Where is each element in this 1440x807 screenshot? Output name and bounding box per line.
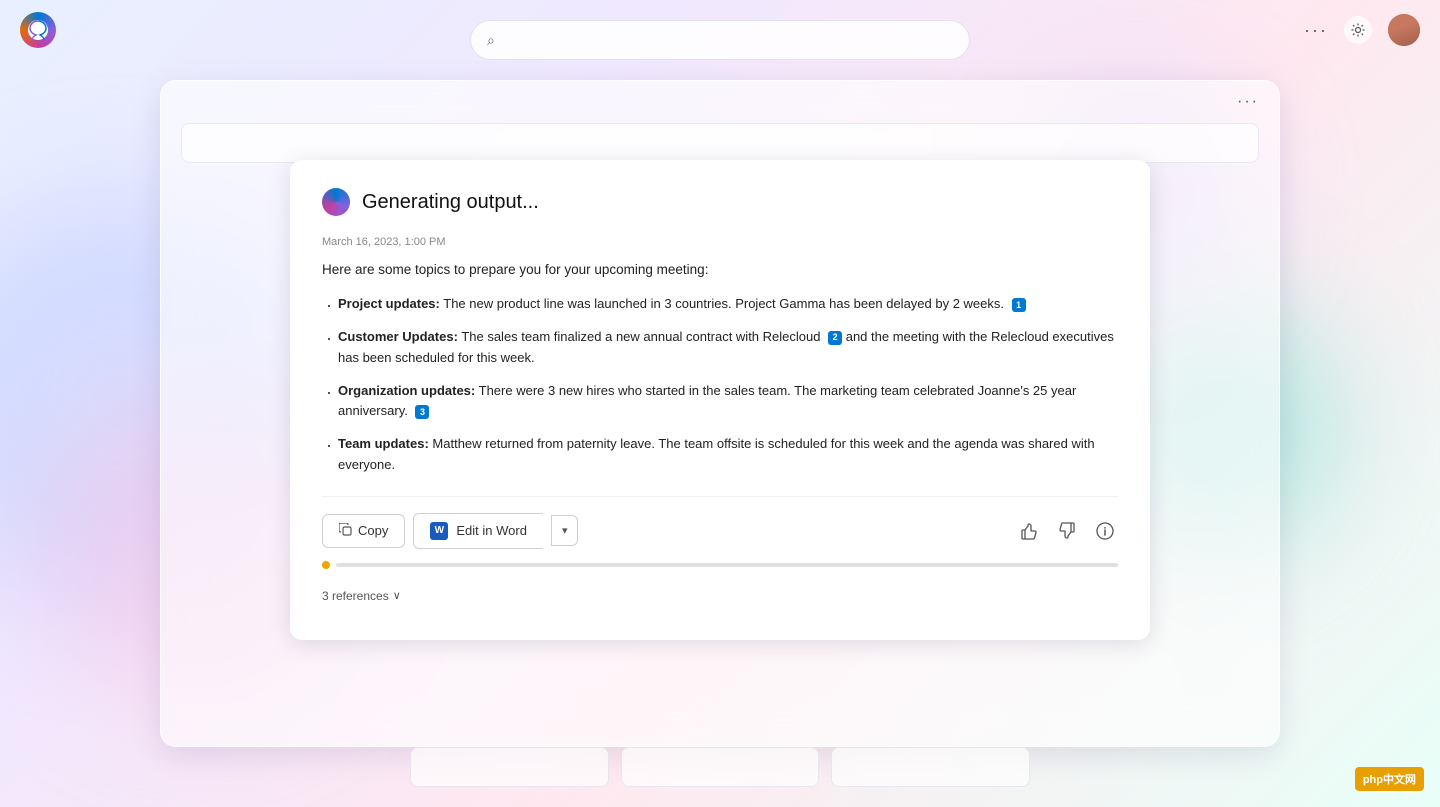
references-bar[interactable]: 3 references ∨: [322, 581, 1118, 603]
top-bar-right: ···: [1304, 14, 1420, 46]
bullet-text-1: The new product line was launched in 3 c…: [443, 296, 1004, 311]
word-icon: W: [430, 522, 448, 540]
window-header: ···: [161, 81, 1279, 123]
bullet-list: Project updates: The new product line wa…: [322, 294, 1118, 476]
progress-dot: [322, 561, 330, 569]
suggestion-pill-1[interactable]: [410, 747, 609, 787]
window-more-icon[interactable]: ···: [1237, 93, 1259, 111]
card-header: Generating output...: [322, 188, 1118, 216]
references-label: 3 references: [322, 589, 389, 603]
action-bar: Copy W Edit in Word ▾: [322, 496, 1118, 549]
list-item: Organization updates: There were 3 new h…: [322, 381, 1118, 423]
bullet-label-1: Project updates:: [338, 296, 440, 311]
progress-bar: [322, 561, 1118, 569]
edit-in-word-label: Edit in Word: [456, 523, 527, 538]
bullet-label-4: Team updates:: [338, 436, 429, 451]
settings-button[interactable]: [1344, 16, 1372, 44]
bullet-label-3: Organization updates:: [338, 383, 475, 398]
generating-status-text: Generating output...: [362, 191, 539, 214]
bullet-text-4: Matthew returned from paternity leave. T…: [338, 436, 1095, 472]
suggestion-pill-2[interactable]: [621, 747, 820, 787]
edit-word-dropdown-button[interactable]: ▾: [551, 515, 579, 546]
copy-icon: [339, 523, 352, 539]
info-button[interactable]: [1092, 518, 1118, 544]
action-bar-left: Copy W Edit in Word ▾: [322, 513, 578, 549]
action-bar-right: [1016, 518, 1118, 544]
timestamp: March 16, 2023, 1:00 PM: [322, 236, 1118, 248]
dropdown-chevron-icon: ▾: [562, 524, 568, 537]
top-bar-left: [20, 12, 56, 48]
progress-track: [336, 563, 1118, 567]
more-options-icon[interactable]: ···: [1304, 20, 1328, 41]
references-chevron-icon: ∨: [393, 589, 401, 602]
edit-in-word-button[interactable]: W Edit in Word: [413, 513, 543, 549]
avatar-face: [1388, 14, 1420, 46]
suggestion-pill-3[interactable]: [831, 747, 1030, 787]
list-item: Team updates: Matthew returned from pate…: [322, 434, 1118, 476]
copy-button[interactable]: Copy: [322, 514, 405, 548]
suggestion-bar: [410, 747, 1030, 787]
content-card: Generating output... March 16, 2023, 1:0…: [290, 160, 1150, 640]
search-container: ⌕: [470, 20, 970, 60]
search-bar[interactable]: ⌕: [470, 20, 970, 60]
list-item: Customer Updates: The sales team finaliz…: [322, 327, 1118, 369]
thumbs-down-button[interactable]: [1054, 518, 1080, 544]
copy-label: Copy: [358, 523, 388, 538]
bullet-label-2: Customer Updates:: [338, 329, 458, 344]
list-item: Project updates: The new product line wa…: [322, 294, 1118, 315]
reference-badge-1[interactable]: 1: [1012, 298, 1026, 312]
reference-badge-3[interactable]: 3: [415, 405, 429, 419]
copilot-logo-card-icon: [322, 188, 350, 216]
reference-badge-2[interactable]: 2: [828, 331, 842, 345]
watermark: php中文网: [1355, 767, 1424, 791]
intro-text: Here are some topics to prepare you for …: [322, 260, 1118, 280]
copilot-logo-icon: [20, 12, 56, 48]
input-bar[interactable]: [181, 123, 1259, 163]
search-icon: ⌕: [487, 32, 495, 49]
bullet-text-2a: The sales team finalized a new annual co…: [461, 329, 820, 344]
thumbs-up-button[interactable]: [1016, 518, 1042, 544]
avatar[interactable]: [1388, 14, 1420, 46]
